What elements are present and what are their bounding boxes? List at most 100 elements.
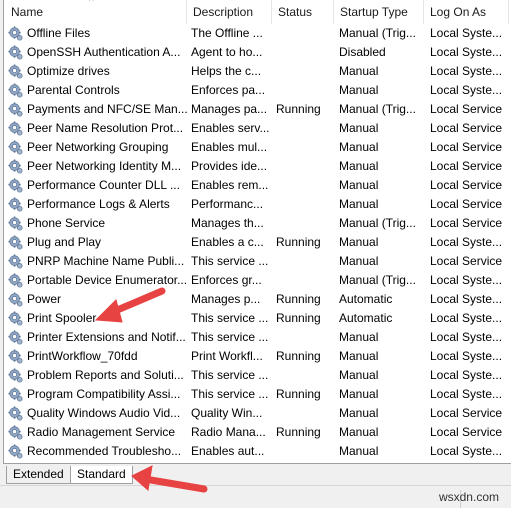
- service-description: Agent to ho...: [191, 45, 263, 59]
- service-name: Radio Management Service: [27, 425, 176, 439]
- service-startup-type: Manual: [339, 159, 379, 173]
- table-row[interactable]: Recommended Troublesho... Enables aut... M…: [4, 442, 511, 461]
- service-gear-icon: [8, 330, 23, 345]
- service-gear-icon: [8, 387, 23, 402]
- service-description: This service ...: [191, 368, 269, 382]
- table-row[interactable]: Peer Networking Grouping Enables mul... Ma…: [4, 138, 511, 157]
- service-startup-type: Manual: [339, 349, 379, 363]
- service-gear-icon: [8, 45, 23, 60]
- service-log-on-as: Local Service: [430, 140, 503, 154]
- service-startup-type: Manual: [339, 140, 379, 154]
- service-name: Print Spooler: [27, 311, 97, 325]
- table-row[interactable]: Optimize drives Helps the c... Manual Local…: [4, 62, 511, 81]
- service-log-on-as: Local Service: [430, 406, 503, 420]
- service-description: Enforces pa...: [191, 83, 266, 97]
- service-log-on-as: Local Syste...: [430, 387, 503, 401]
- table-row[interactable]: Printer Extensions and Notif... This serv…: [4, 328, 511, 347]
- table-row[interactable]: PNRP Machine Name Publi... This service .…: [4, 252, 511, 271]
- service-gear-icon: [8, 444, 23, 459]
- service-gear-icon: [8, 254, 23, 269]
- table-row[interactable]: Program Compatibility Assi... This servic…: [4, 385, 511, 404]
- table-row[interactable]: Performance Counter DLL ... Enables rem..…: [4, 176, 511, 195]
- table-row[interactable]: Power Manages p... Running Automatic Local S…: [4, 290, 511, 309]
- table-row[interactable]: Performance Logs & Alerts Performanc... Ma…: [4, 195, 511, 214]
- service-log-on-as: Local Syste...: [430, 330, 503, 344]
- service-gear-icon: [8, 121, 23, 136]
- service-startup-type: Manual: [339, 444, 379, 458]
- table-row[interactable]: Radio Management Service Radio Mana... Run…: [4, 423, 511, 442]
- table-row[interactable]: Offline Files The Offline ... Manual (Trig…: [4, 24, 511, 43]
- service-log-on-as: Local Service: [430, 178, 503, 192]
- service-startup-type: Manual: [339, 425, 379, 439]
- service-log-on-as: Local Syste...: [430, 292, 503, 306]
- service-startup-type: Automatic: [339, 311, 393, 325]
- service-status: Running: [276, 349, 321, 363]
- column-header-name[interactable]: Name: [4, 0, 187, 24]
- service-startup-type: Manual: [339, 64, 379, 78]
- service-gear-icon: [8, 159, 23, 174]
- table-row[interactable]: OpenSSH Authentication A... Agent to ho..…: [4, 43, 511, 62]
- table-row[interactable]: Parental Controls Enforces pa... Manual Loc…: [4, 81, 511, 100]
- service-gear-icon: [8, 197, 23, 212]
- table-row[interactable]: Portable Device Enumerator... Enforces gr…: [4, 271, 511, 290]
- tab-extended[interactable]: Extended: [6, 466, 71, 484]
- service-gear-icon: [8, 140, 23, 155]
- service-log-on-as: Local Service: [430, 254, 503, 268]
- table-row[interactable]: PrintWorkflow_70fdd Print Workfl... Runnin…: [4, 347, 511, 366]
- service-log-on-as: Local Syste...: [430, 368, 503, 382]
- service-name: Optimize drives: [27, 64, 110, 78]
- service-startup-type: Manual: [339, 121, 379, 135]
- table-row[interactable]: Quality Windows Audio Vid... Quality Win.…: [4, 404, 511, 423]
- service-gear-icon: [8, 292, 23, 307]
- watermark: wsxdn.com: [438, 490, 499, 504]
- service-name: Recommended Troublesho...: [27, 444, 182, 458]
- table-row[interactable]: Problem Reports and Soluti... This servic…: [4, 366, 511, 385]
- service-startup-type: Manual: [339, 368, 379, 382]
- service-gear-icon: [8, 102, 23, 117]
- service-name: Program Compatibility Assi...: [27, 387, 181, 401]
- service-log-on-as: Local Syste...: [430, 83, 503, 97]
- service-name: Printer Extensions and Notif...: [27, 330, 186, 344]
- service-status: Running: [276, 387, 321, 401]
- service-gear-icon: [8, 216, 23, 231]
- service-name: Payments and NFC/SE Man...: [27, 102, 188, 116]
- table-row[interactable]: Print Spooler This service ... Running Auto…: [4, 309, 511, 328]
- service-startup-type: Manual: [339, 254, 379, 268]
- service-description: Helps the c...: [191, 64, 262, 78]
- service-description: Provides ide...: [191, 159, 268, 173]
- column-header-startup-type[interactable]: Startup Type: [334, 0, 424, 24]
- table-row[interactable]: Phone Service Manages th... Manual (Trig..…: [4, 214, 511, 233]
- view-tabs: Extended Standard: [0, 464, 511, 486]
- service-startup-type: Manual: [339, 387, 379, 401]
- column-header-log-on-as[interactable]: Log On As: [424, 0, 509, 24]
- service-description: Manages pa...: [191, 102, 268, 116]
- table-row[interactable]: Payments and NFC/SE Man... Manages pa... R…: [4, 100, 511, 119]
- service-status: Running: [276, 235, 321, 249]
- service-description: This service ...: [191, 311, 269, 325]
- service-name: Peer Networking Grouping: [27, 140, 169, 154]
- service-description: Enables a c...: [191, 235, 264, 249]
- service-gear-icon: [8, 273, 23, 288]
- service-startup-type: Manual (Trig...: [339, 26, 416, 40]
- service-log-on-as: Local Service: [430, 102, 503, 116]
- service-name: Plug and Play: [27, 235, 102, 249]
- service-log-on-as: Local Syste...: [430, 444, 503, 458]
- column-header-status[interactable]: Status: [272, 0, 334, 24]
- service-log-on-as: Local Service: [430, 121, 503, 135]
- table-row[interactable]: Plug and Play Enables a c... Running Manual…: [4, 233, 511, 252]
- service-name: Offline Files: [27, 26, 91, 40]
- service-description: This service ...: [191, 387, 269, 401]
- tab-standard[interactable]: Standard: [70, 466, 133, 484]
- service-gear-icon: [8, 178, 23, 193]
- table-row[interactable]: Peer Name Resolution Prot... Enables serv…: [4, 119, 511, 138]
- service-log-on-as: Local Syste...: [430, 45, 503, 59]
- service-name: Phone Service: [27, 216, 106, 230]
- service-name: OpenSSH Authentication A...: [27, 45, 181, 59]
- service-name: Peer Networking Identity M...: [27, 159, 182, 173]
- service-gear-icon: [8, 26, 23, 41]
- service-startup-type: Manual: [339, 197, 379, 211]
- service-log-on-as: Local Service: [430, 216, 503, 230]
- table-row[interactable]: Peer Networking Identity M... Provides id…: [4, 157, 511, 176]
- column-header-description[interactable]: Description: [187, 0, 272, 24]
- service-gear-icon: [8, 349, 23, 364]
